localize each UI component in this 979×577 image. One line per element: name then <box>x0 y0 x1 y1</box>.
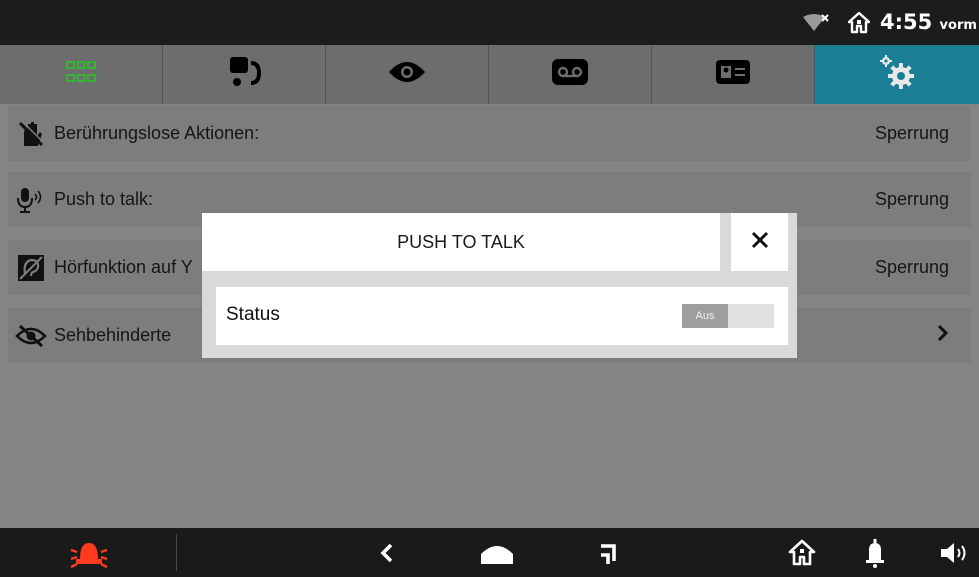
row-touchless-actions[interactable]: Berührungslose Aktionen: Sperrung <box>8 106 971 161</box>
chevron-right-icon <box>937 324 949 347</box>
tab-contacts[interactable] <box>652 45 815 104</box>
clock: 4:55 vorm <box>880 10 977 34</box>
eye-icon <box>387 60 427 89</box>
clock-suffix: vorm <box>939 18 977 33</box>
bell-icon[interactable] <box>860 528 890 577</box>
status-bar: 4:55 vorm <box>0 0 979 45</box>
tab-voicemail[interactable] <box>489 45 652 104</box>
hearing-icon <box>8 254 54 282</box>
status-toggle[interactable]: Aus <box>682 304 774 328</box>
intercom-icon <box>225 55 263 94</box>
row-label: Hörfunktion auf Y <box>54 257 193 277</box>
recent-apps-icon[interactable] <box>590 528 626 577</box>
row-label: Push to talk: <box>54 189 154 209</box>
gear-icon <box>877 54 917 95</box>
row-value: Sperrung <box>874 123 949 143</box>
house-icon[interactable] <box>784 528 820 577</box>
wifi-off-icon <box>803 14 829 37</box>
row-label: Berührungslose Aktionen: <box>54 123 260 143</box>
alarm-icon[interactable] <box>63 528 115 577</box>
clock-time: 4:55 <box>880 10 933 34</box>
status-label: Status <box>226 304 280 325</box>
tab-apps[interactable] <box>0 45 163 104</box>
dialog-content: Status Aus <box>216 287 788 345</box>
divider <box>176 534 177 571</box>
tab-surveillance[interactable] <box>326 45 489 104</box>
hand-off-icon <box>8 119 54 148</box>
tab-settings[interactable] <box>815 45 979 104</box>
grid-icon <box>66 61 96 88</box>
nav-bar <box>0 528 979 577</box>
tab-bar <box>0 45 979 104</box>
speaker-icon[interactable] <box>935 528 975 577</box>
row-label: Sehbehinderte <box>54 325 172 345</box>
toggle-knob: Aus <box>682 304 728 328</box>
row-value: Sperrung <box>874 257 949 277</box>
push-to-talk-dialog: PUSH TO TALK Status Aus <box>202 213 797 358</box>
home-icon <box>847 11 871 39</box>
contact-card-icon <box>715 59 751 90</box>
back-icon[interactable] <box>372 528 402 577</box>
voicemail-icon <box>551 58 589 91</box>
microphone-icon <box>8 186 54 214</box>
tab-intercom[interactable] <box>163 45 326 104</box>
row-value: Sperrung <box>874 189 949 209</box>
close-button[interactable] <box>731 213 788 271</box>
dialog-title: PUSH TO TALK <box>202 213 720 271</box>
eye-off-icon <box>8 324 54 348</box>
home-icon[interactable] <box>475 528 519 577</box>
close-icon <box>751 231 769 254</box>
